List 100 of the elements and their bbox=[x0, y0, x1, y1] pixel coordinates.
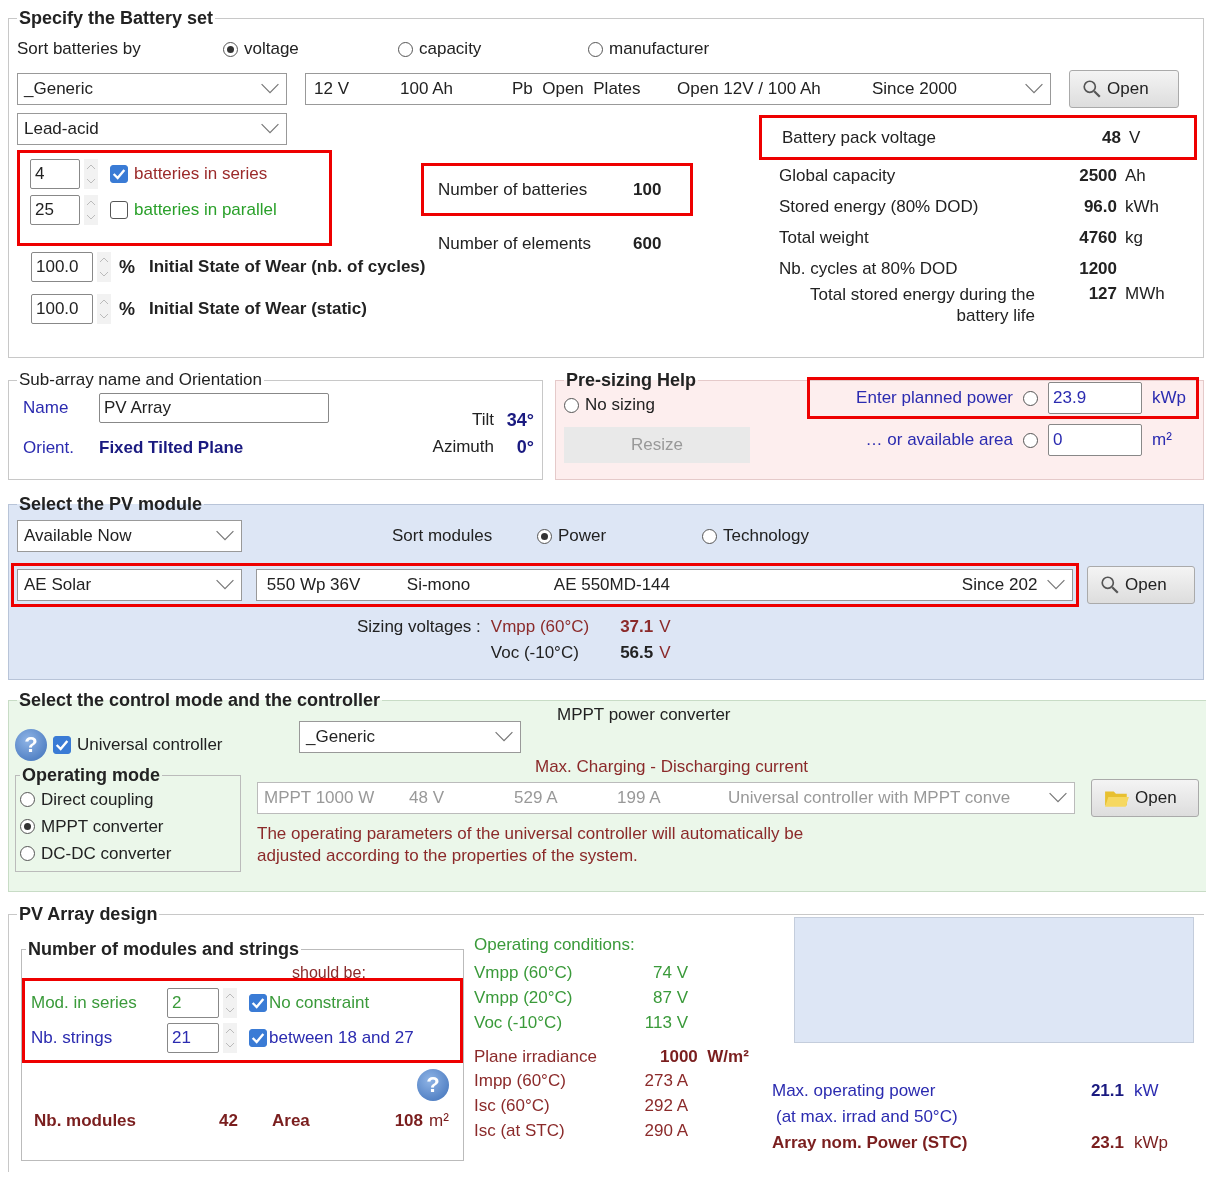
model-field: 12 V bbox=[314, 79, 400, 99]
power-note: (at max. irrad and 50°C) bbox=[775, 1107, 959, 1127]
model-field: 529 A bbox=[514, 788, 617, 808]
condition-label: Vmpp (60°C) bbox=[474, 963, 574, 983]
model-field: 48 V bbox=[409, 788, 514, 808]
radio-button[interactable] bbox=[1023, 432, 1038, 448]
section-title: Sub-array name and Orientation bbox=[18, 370, 263, 390]
spinner-arrows-icon bbox=[84, 159, 98, 189]
unit-label: kWp bbox=[1152, 388, 1187, 408]
caret-icon bbox=[260, 83, 280, 95]
radio-option[interactable]: DC-DC converter bbox=[20, 840, 234, 867]
power-value: 23.1 bbox=[1089, 1133, 1125, 1153]
manufacturer-dropdown[interactable]: _Generic bbox=[17, 73, 287, 105]
voltage-value: 56.5 bbox=[619, 643, 655, 663]
stat-label: Nb. cycles at 80% DOD bbox=[779, 258, 959, 279]
search-icon bbox=[1100, 575, 1120, 595]
conditions-title: Operating conditions: bbox=[474, 935, 636, 955]
unit-label: V bbox=[659, 643, 672, 663]
spinner-arrows-icon bbox=[84, 195, 98, 225]
radio-button[interactable] bbox=[1023, 390, 1038, 406]
sort-label: Sort batteries by bbox=[17, 39, 142, 59]
input-field[interactable]: 23.9 bbox=[1048, 382, 1142, 414]
caret-icon bbox=[260, 123, 280, 135]
caret-icon bbox=[1048, 792, 1068, 804]
sizing-option-label: … or available area bbox=[865, 430, 1013, 450]
area-label: Area bbox=[271, 1111, 311, 1131]
wear-label: Initial State of Wear (static) bbox=[149, 299, 367, 319]
row-label: Mod. in series bbox=[31, 992, 138, 1013]
checkbox-option[interactable]: No constraint bbox=[249, 992, 370, 1013]
controller-manufacturer-dropdown[interactable]: _Generic bbox=[299, 721, 521, 753]
open-button[interactable]: Open bbox=[1091, 779, 1199, 817]
number-field[interactable]: 4 bbox=[30, 159, 80, 189]
condition-value: 292 A bbox=[643, 1096, 688, 1116]
wear-label: Initial State of Wear (nb. of cycles) bbox=[149, 257, 426, 277]
number-of-batteries-value: 100 bbox=[633, 179, 662, 200]
controller-note: The operating parameters of the universal controller will automatically be adjusted according to the properties of the system. bbox=[257, 823, 805, 867]
condition-value: 87 V bbox=[652, 988, 688, 1008]
stat-label: Total weight bbox=[779, 227, 870, 248]
irradiance-label: Plane irradiance bbox=[474, 1047, 598, 1067]
stat-label: Stored energy (80% DOD) bbox=[779, 196, 980, 217]
manufacturer-dropdown[interactable]: AE Solar bbox=[17, 569, 242, 601]
row-label: Nb. strings bbox=[31, 1028, 114, 1049]
availability-dropdown[interactable]: Available Now bbox=[17, 520, 242, 552]
azimuth-value: 0° bbox=[515, 437, 534, 458]
open-button[interactable]: Open bbox=[1087, 566, 1195, 604]
current-label: Max. Charging - Discharging current bbox=[535, 757, 810, 777]
open-button[interactable]: Open bbox=[1069, 70, 1179, 108]
name-label: Name bbox=[22, 398, 70, 418]
radio-option[interactable]: MPPT converter bbox=[20, 813, 234, 840]
section-title: Select the control mode and the controller bbox=[18, 690, 382, 711]
number-field[interactable]: 100.0 bbox=[31, 252, 93, 282]
number-field[interactable]: 21 bbox=[167, 1023, 219, 1054]
unit-label: kg bbox=[1125, 227, 1144, 248]
voltage-label: Vmpp (60°C) bbox=[490, 617, 590, 637]
caret-icon bbox=[494, 731, 514, 743]
unit-label: m² bbox=[1152, 430, 1173, 450]
radio-option[interactable]: capacity bbox=[398, 39, 588, 59]
input-field[interactable]: 0 bbox=[1048, 424, 1142, 456]
section-title: Specify the Battery set bbox=[18, 8, 215, 29]
radio-option[interactable]: voltage bbox=[223, 39, 398, 59]
radio-option[interactable]: manufacturer bbox=[588, 39, 710, 59]
section-title: Pre-sizing Help bbox=[565, 370, 698, 391]
checkbox-option[interactable]: batteries in parallel bbox=[110, 200, 277, 220]
unit-label: kW bbox=[1134, 1081, 1160, 1101]
unit-label: V bbox=[659, 617, 672, 637]
unit-label: MWh bbox=[1125, 284, 1166, 304]
name-field[interactable]: PV Array bbox=[99, 393, 329, 423]
checkbox-option[interactable]: Universal controller bbox=[53, 735, 223, 755]
radio-option[interactable]: Power bbox=[537, 526, 702, 546]
stat-value: 4760 bbox=[1078, 227, 1118, 248]
stat-value: 127 bbox=[1087, 284, 1118, 304]
condition-label: Vmpp (20°C) bbox=[474, 988, 574, 1008]
radio-option[interactable]: Technology bbox=[702, 526, 809, 546]
technology-dropdown[interactable]: Lead-acid bbox=[17, 113, 287, 145]
azimuth-label: Azimuth bbox=[431, 437, 494, 458]
radio-option[interactable]: Direct coupling bbox=[20, 786, 234, 813]
model-field: Universal controller with MPPT conve bbox=[728, 788, 1011, 808]
model-field: 100 Ah bbox=[400, 79, 512, 99]
number-field[interactable]: 100.0 bbox=[31, 294, 93, 324]
voltage-value: 37.1 bbox=[619, 617, 655, 637]
checkbox-option[interactable]: between 18 and 27 bbox=[249, 1028, 414, 1049]
radio-option[interactable]: No sizing bbox=[564, 395, 804, 415]
stat-value: 1200 bbox=[1078, 258, 1118, 279]
power-label: Array nom. Power (STC) bbox=[772, 1133, 969, 1153]
unit-label: % bbox=[119, 256, 136, 278]
voltage-label: Voc (-10°C) bbox=[490, 643, 580, 663]
search-icon bbox=[1082, 79, 1102, 99]
checkbox-option[interactable]: batteries in series bbox=[110, 164, 268, 184]
stat-label: Battery pack voltage bbox=[782, 127, 938, 148]
converter-label: MPPT power converter bbox=[557, 705, 731, 725]
battery-model-dropdown[interactable]: 12 V 100 Ah Pb Open Plates Open 12V / 100 Ah Since 2000 bbox=[305, 73, 1051, 105]
number-of-batteries-label: Number of batteries bbox=[438, 179, 589, 200]
number-field[interactable]: 25 bbox=[30, 195, 80, 225]
module-model-dropdown[interactable]: 550 Wp 36V Si-mono AE 550MD-144 Since 202 bbox=[255, 569, 1073, 601]
sizing-voltages-label: Sizing voltages : bbox=[357, 617, 481, 638]
unit-label: kWp bbox=[1134, 1133, 1169, 1153]
condition-label: Isc (60°C) bbox=[474, 1096, 551, 1116]
number-field[interactable]: 2 bbox=[167, 987, 219, 1018]
model-field: MPPT 1000 W bbox=[264, 788, 409, 808]
unit-label: m² bbox=[429, 1111, 450, 1131]
